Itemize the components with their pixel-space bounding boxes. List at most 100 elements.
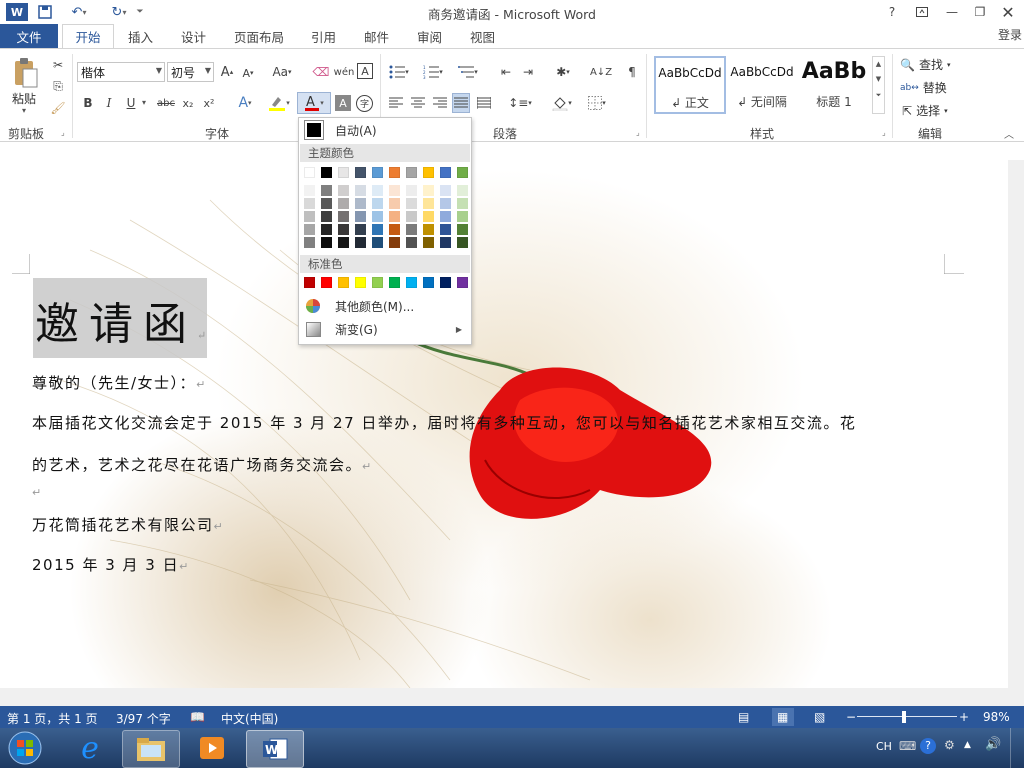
change-case-button[interactable]: Aa ▾ bbox=[269, 63, 295, 81]
theme-shade-swatch[interactable] bbox=[389, 198, 400, 209]
theme-shade-swatch[interactable] bbox=[372, 224, 383, 235]
theme-shade-swatch[interactable] bbox=[372, 198, 383, 209]
date-line[interactable]: 2015 年 3 月 3 日↵ bbox=[32, 554, 190, 575]
theme-color-swatch[interactable] bbox=[372, 167, 383, 178]
word-count[interactable]: 3/97 个字 bbox=[116, 710, 171, 727]
keyboard-icon[interactable]: ⌨ bbox=[899, 739, 916, 753]
show-hidden-icons[interactable]: ▲ bbox=[964, 740, 971, 750]
font-name-combo[interactable]: 楷体 ▼ bbox=[77, 62, 165, 82]
theme-shade-swatch[interactable] bbox=[440, 198, 451, 209]
tab-mailings[interactable]: 邮件 bbox=[364, 24, 389, 48]
zoom-level[interactable]: 98% bbox=[983, 710, 1010, 724]
document-heading[interactable]: 邀请函↵ bbox=[35, 288, 216, 352]
theme-color-swatch[interactable] bbox=[321, 167, 332, 178]
theme-shade-swatch[interactable] bbox=[304, 237, 315, 248]
tab-review[interactable]: 审阅 bbox=[417, 24, 442, 48]
tab-layout[interactable]: 页面布局 bbox=[234, 24, 284, 48]
numbering-icon[interactable]: 1 2 3 ▾ bbox=[420, 62, 446, 82]
theme-shade-swatch[interactable] bbox=[355, 237, 366, 248]
text-effects-icon[interactable]: A ▾ bbox=[231, 94, 259, 112]
theme-shade-swatch[interactable] bbox=[406, 237, 417, 248]
standard-color-swatch[interactable] bbox=[304, 277, 315, 288]
clear-format-icon[interactable]: ⌫ bbox=[312, 63, 330, 81]
theme-shade-swatch[interactable] bbox=[338, 185, 349, 196]
style-no-spacing[interactable]: AaBbCcDd ↲ 无间隔 bbox=[727, 56, 797, 114]
input-language-indicator[interactable]: CH bbox=[876, 740, 892, 753]
help-tray-icon[interactable]: ? bbox=[920, 738, 936, 754]
theme-shade-swatch[interactable] bbox=[423, 198, 434, 209]
paste-dropdown-icon[interactable]: ▾ bbox=[22, 106, 26, 115]
theme-shade-swatch[interactable] bbox=[372, 211, 383, 222]
tab-home[interactable]: 开始 bbox=[62, 24, 114, 48]
standard-color-swatch[interactable] bbox=[389, 277, 400, 288]
close-icon[interactable]: ✕ bbox=[996, 2, 1020, 22]
tab-file[interactable]: 文件 bbox=[0, 24, 58, 48]
underline-button[interactable]: U bbox=[122, 94, 140, 112]
theme-shade-swatch[interactable] bbox=[372, 237, 383, 248]
style-normal[interactable]: AaBbCcDd ↲ 正文 bbox=[654, 56, 726, 114]
start-button[interactable] bbox=[0, 730, 50, 766]
theme-shade-swatch[interactable] bbox=[423, 224, 434, 235]
italic-button[interactable]: I bbox=[101, 94, 117, 112]
theme-shade-swatch[interactable] bbox=[321, 237, 332, 248]
zoom-in-button[interactable]: + bbox=[959, 710, 969, 724]
char-border-icon[interactable]: A bbox=[357, 63, 373, 79]
theme-color-swatch[interactable] bbox=[457, 167, 468, 178]
ime-settings-icon[interactable]: ⚙ bbox=[944, 738, 955, 752]
word-taskbar-icon[interactable]: W bbox=[246, 730, 304, 768]
format-painter-icon[interactable]: 🖌 bbox=[50, 100, 66, 116]
theme-color-swatch[interactable] bbox=[304, 167, 315, 178]
collapse-ribbon-icon[interactable]: ︿ bbox=[1004, 126, 1014, 141]
theme-shade-swatch[interactable] bbox=[338, 198, 349, 209]
borders-icon[interactable]: ▾ bbox=[583, 93, 611, 113]
show-marks-icon[interactable]: ¶ bbox=[624, 62, 640, 82]
tab-design[interactable]: 设计 bbox=[181, 24, 206, 48]
standard-color-swatch[interactable] bbox=[372, 277, 383, 288]
phonetic-guide-icon[interactable]: wén bbox=[334, 61, 355, 83]
show-desktop-button[interactable] bbox=[1010, 728, 1024, 768]
standard-color-swatch[interactable] bbox=[406, 277, 417, 288]
align-center-icon[interactable] bbox=[410, 94, 426, 112]
replace-button[interactable]: ab↔ 替换 bbox=[900, 79, 947, 96]
char-shading-icon[interactable]: A bbox=[335, 95, 351, 111]
tab-view[interactable]: 视图 bbox=[470, 24, 495, 48]
theme-shade-swatch[interactable] bbox=[457, 237, 468, 248]
find-button[interactable]: 🔍 查找 ▾ bbox=[900, 56, 950, 73]
style-more-icon[interactable]: ⏷ bbox=[873, 87, 884, 103]
proofing-icon[interactable]: 📖 bbox=[190, 710, 205, 724]
distribute-icon[interactable] bbox=[476, 94, 492, 112]
bullets-icon[interactable]: ▾ bbox=[386, 62, 412, 82]
theme-color-swatch[interactable] bbox=[440, 167, 451, 178]
theme-shade-swatch[interactable] bbox=[338, 224, 349, 235]
align-right-icon[interactable] bbox=[432, 94, 448, 112]
theme-shade-swatch[interactable] bbox=[355, 224, 366, 235]
page-count[interactable]: 第 1 页，共 1 页 bbox=[7, 710, 98, 727]
paragraph-launcher-icon[interactable]: ⌟ bbox=[636, 128, 640, 137]
theme-shade-swatch[interactable] bbox=[406, 198, 417, 209]
style-scroll-up-icon[interactable]: ▲ bbox=[873, 57, 884, 71]
highlight-icon[interactable]: ▾ bbox=[264, 94, 294, 112]
standard-color-swatch[interactable] bbox=[355, 277, 366, 288]
zoom-slider-thumb[interactable] bbox=[902, 711, 906, 723]
gradient-item[interactable]: 渐变(G) ▶ bbox=[300, 318, 470, 340]
theme-color-swatch[interactable] bbox=[389, 167, 400, 178]
more-colors-item[interactable]: 其他颜色(M)... bbox=[300, 295, 470, 317]
theme-shade-swatch[interactable] bbox=[389, 224, 400, 235]
media-player-taskbar-icon[interactable] bbox=[184, 730, 240, 766]
tab-insert[interactable]: 插入 bbox=[128, 24, 153, 48]
theme-shade-swatch[interactable] bbox=[406, 211, 417, 222]
theme-shade-swatch[interactable] bbox=[372, 185, 383, 196]
theme-shade-swatch[interactable] bbox=[355, 185, 366, 196]
theme-shade-swatch[interactable] bbox=[457, 211, 468, 222]
styles-launcher-icon[interactable]: ⌟ bbox=[882, 128, 886, 137]
theme-shade-swatch[interactable] bbox=[423, 211, 434, 222]
minimize-icon[interactable]: — bbox=[940, 2, 964, 22]
font-size-combo[interactable]: 初号 ▼ bbox=[167, 62, 214, 82]
line-spacing-icon[interactable]: ↕≡ ▾ bbox=[506, 93, 534, 113]
theme-shade-swatch[interactable] bbox=[304, 198, 315, 209]
language-indicator[interactable]: 中文(中国) bbox=[221, 710, 278, 727]
body-line-2[interactable]: 的艺术，艺术之花尽在花语广场商务交流会。↵ bbox=[32, 454, 373, 475]
theme-shade-swatch[interactable] bbox=[321, 185, 332, 196]
decrease-indent-icon[interactable]: ⇤ bbox=[497, 63, 515, 81]
login-link[interactable]: 登录 bbox=[998, 26, 1022, 43]
